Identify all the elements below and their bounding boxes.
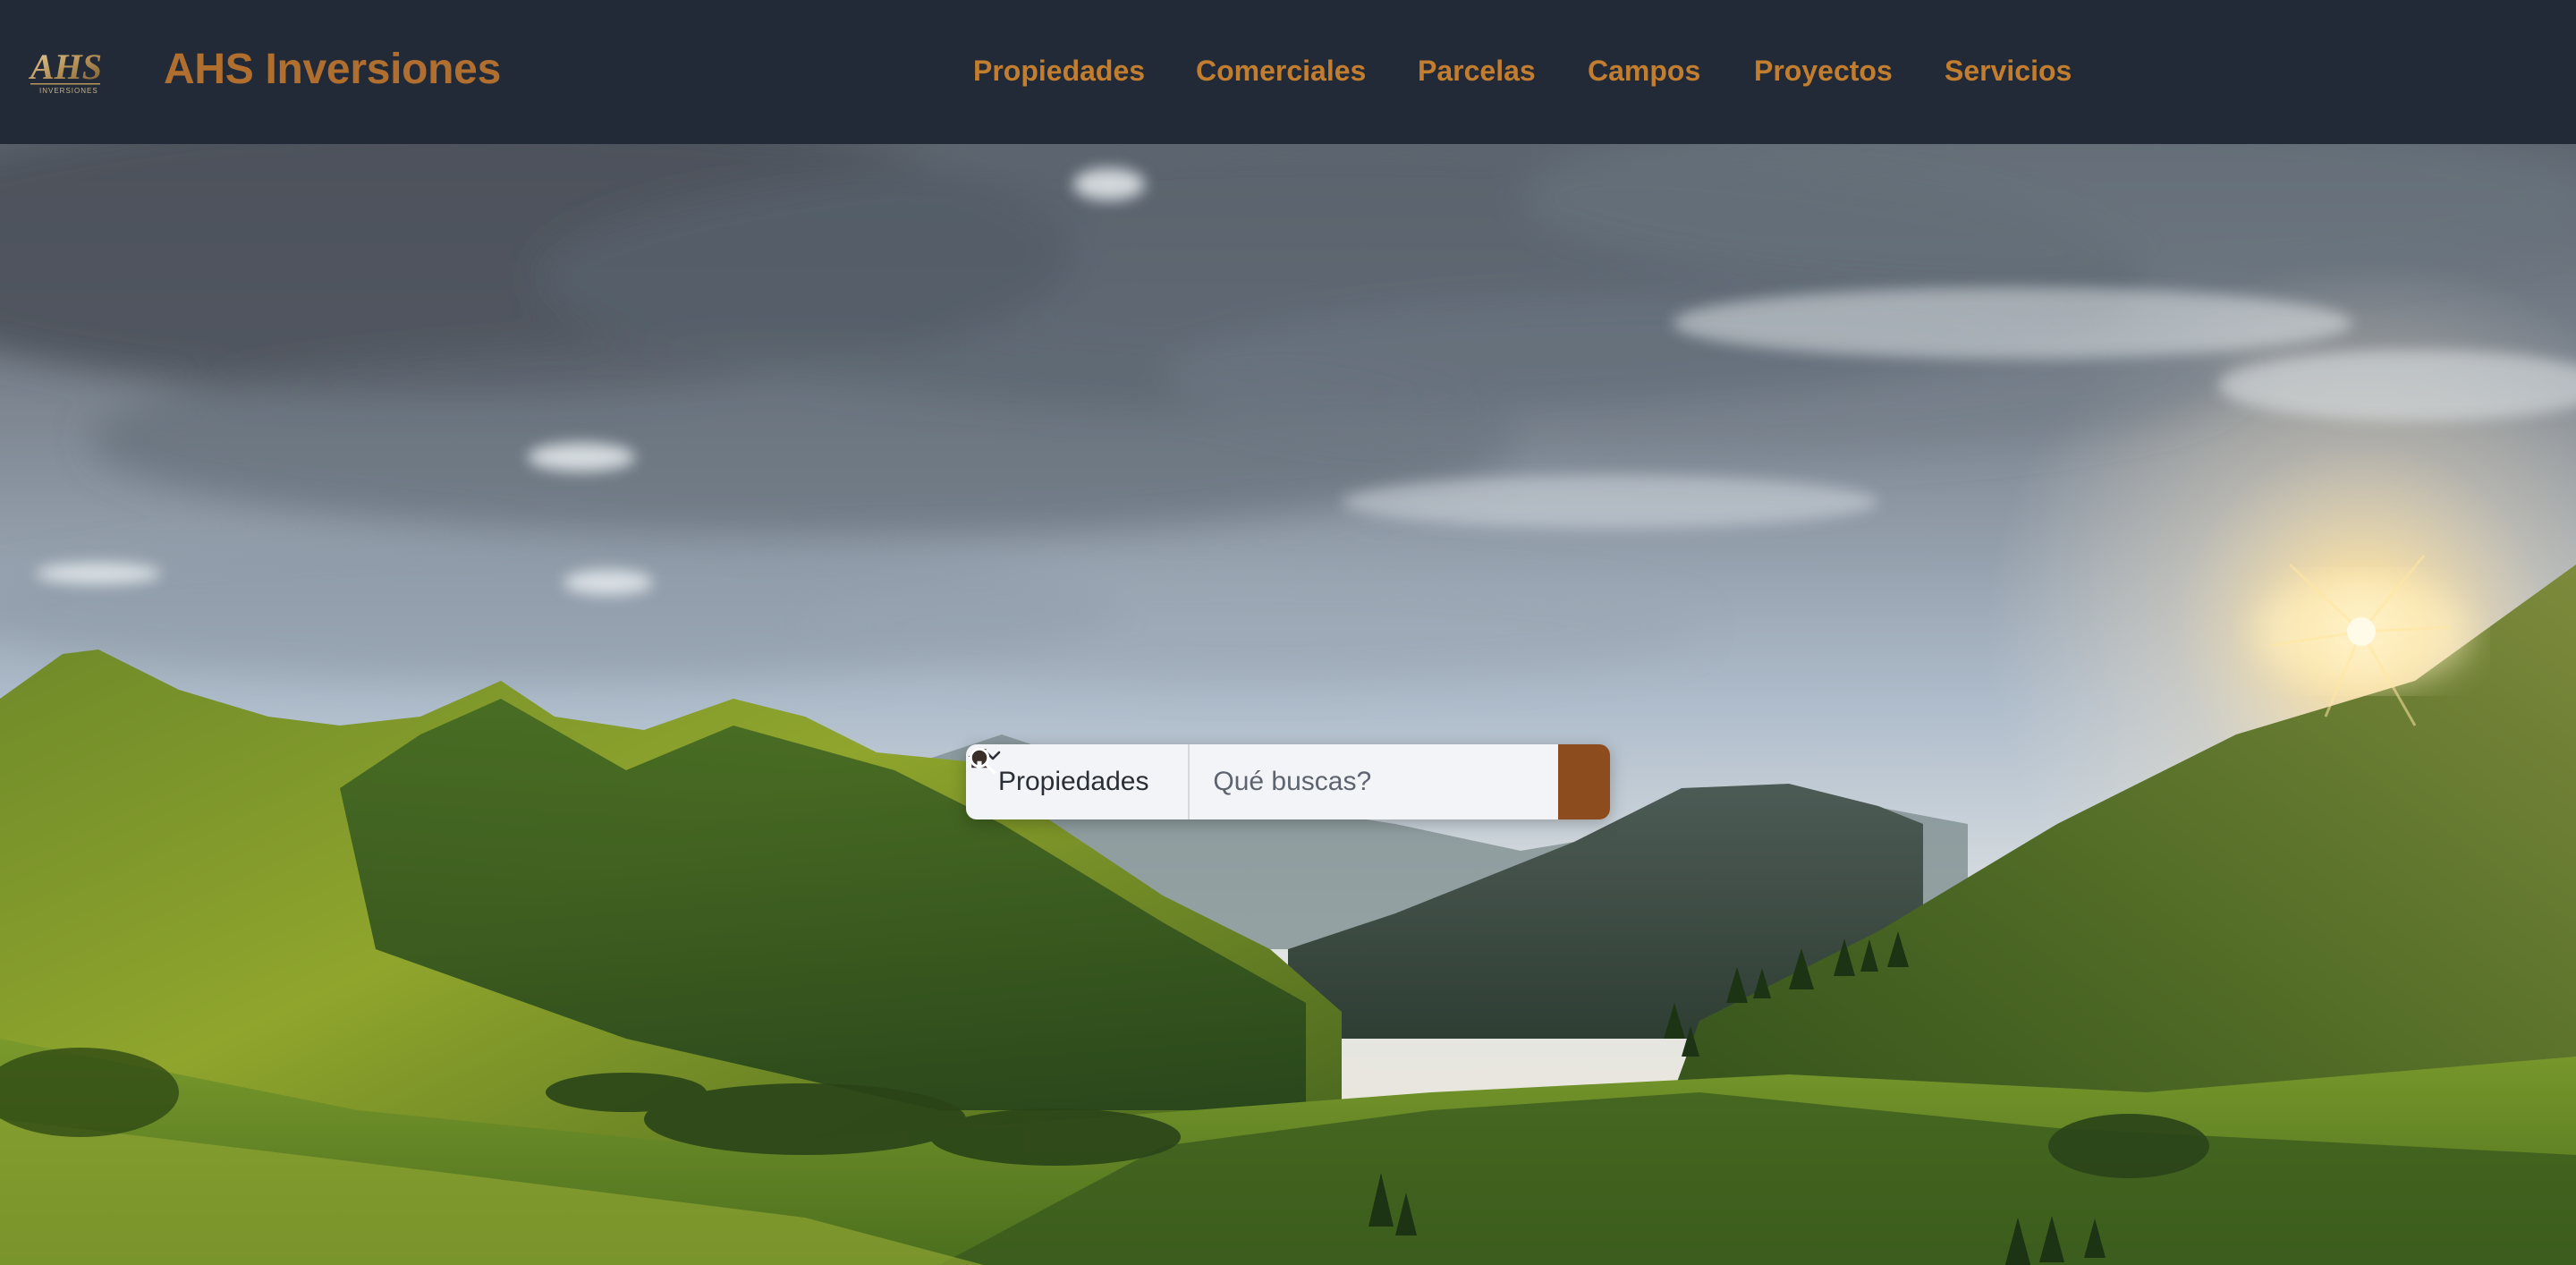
nav-link-parcelas[interactable]: Parcelas bbox=[1418, 49, 1536, 92]
nav-link-servicios[interactable]: Servicios bbox=[1945, 49, 2072, 92]
svg-text:INVERSIONES: INVERSIONES bbox=[39, 87, 98, 95]
brand-name[interactable]: AHS Inversiones bbox=[164, 43, 501, 97]
brand-logo[interactable]: AHS INVERSIONES bbox=[27, 45, 104, 97]
ahs-logo-icon: AHS INVERSIONES bbox=[28, 47, 102, 95]
nav-link-campos[interactable]: Campos bbox=[1588, 49, 1700, 92]
navbar: AHS INVERSIONES AHS Inversiones Propieda… bbox=[0, 0, 2576, 144]
svg-text:AHS: AHS bbox=[28, 47, 102, 87]
nav-link-proyectos[interactable]: Proyectos bbox=[1754, 49, 1893, 92]
category-select-value: Propiedades bbox=[998, 767, 1149, 796]
hero-banner: Propiedades bbox=[0, 144, 2576, 1265]
nav-link-propiedades[interactable]: Propiedades bbox=[973, 49, 1145, 92]
search-button[interactable] bbox=[969, 744, 1610, 819]
search-bar: Propiedades bbox=[966, 744, 1610, 819]
hero-landscape-image bbox=[0, 144, 2576, 1265]
search-input[interactable] bbox=[1190, 744, 1559, 819]
search-icon bbox=[969, 747, 996, 775]
category-select[interactable]: Propiedades bbox=[966, 744, 1191, 819]
nav-link-comerciales[interactable]: Comerciales bbox=[1196, 49, 1366, 92]
